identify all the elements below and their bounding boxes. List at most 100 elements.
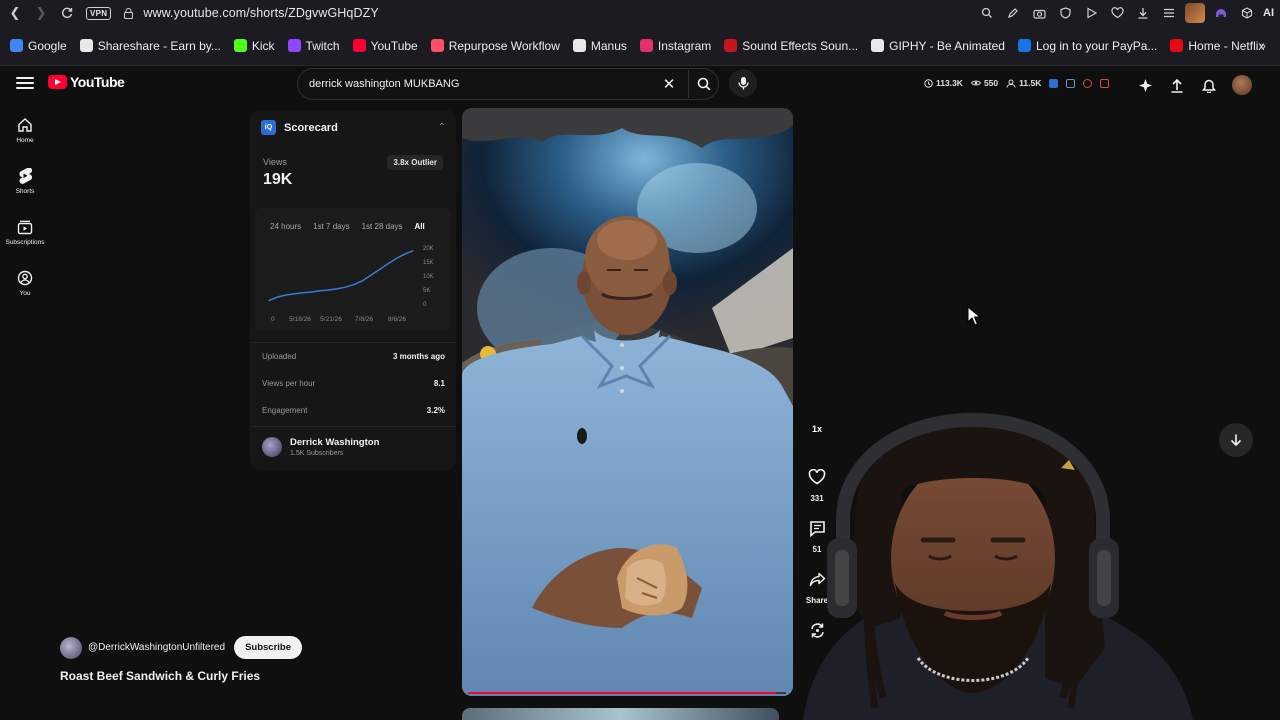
next-video-button[interactable] [1219, 423, 1253, 457]
stat-value: 3.2% [426, 406, 445, 415]
views-data-point [403, 253, 406, 255]
stat-key: Uploaded [262, 352, 297, 361]
voice-search-button[interactable] [729, 69, 757, 97]
subscribe-button[interactable]: Subscribe [234, 636, 302, 659]
channel-avatar [262, 437, 282, 457]
bookmark-item[interactable]: Kick [233, 38, 275, 53]
stat-value: 8.1 [433, 379, 445, 388]
header-actions [1136, 75, 1252, 95]
x-tick-label: 7/8/26 [355, 316, 373, 323]
bookmark-label: Instagram [657, 38, 712, 53]
video-frame [462, 108, 793, 696]
video-progress-bar[interactable] [468, 692, 786, 694]
forward-button[interactable]: ❯ [30, 2, 52, 24]
bookmark-favicon-icon [287, 39, 301, 52]
browser-toolbar: ❮ ❯ VPN www.youtube.com/shorts/ZDgvwGHqD… [0, 0, 1280, 26]
heart-icon[interactable] [1107, 3, 1127, 23]
search-icon [697, 77, 710, 91]
scorecard-channel[interactable]: Derrick Washington 1.5K Subscribers [250, 426, 456, 467]
home-icon [18, 118, 32, 132]
account-avatar[interactable] [1232, 75, 1252, 95]
more-bookmarks-icon[interactable]: » [1259, 38, 1266, 53]
profile-avatar[interactable] [1185, 3, 1205, 23]
ai-button[interactable]: AI [1263, 7, 1274, 19]
bookmark-item[interactable]: Home - Netflix [1170, 39, 1264, 53]
search-input[interactable]: derrick washington MUKBANG [309, 78, 658, 90]
views-data-point [302, 292, 304, 294]
search-box[interactable]: derrick washington MUKBANG ✕ [297, 68, 719, 100]
bookmark-item[interactable]: Sound Effects Soun... [724, 39, 858, 53]
bookmark-label: YouTube [370, 38, 418, 53]
x-tick-label: 5/18/26 [289, 316, 311, 323]
camera-icon[interactable] [1029, 3, 1049, 23]
edit-icon[interactable] [1003, 3, 1023, 23]
short-video-player[interactable] [462, 108, 793, 696]
clear-search-icon[interactable]: ✕ [658, 75, 680, 93]
vpn-badge[interactable]: VPN [86, 6, 112, 20]
bookmark-item[interactable]: Log in to your PayPa... [1017, 39, 1157, 53]
bookmark-item[interactable]: Shareshare - Earn by... [79, 39, 221, 53]
y-tick-label: 5K [423, 288, 430, 294]
stat-row-engagement: Engagement 3.2% [250, 397, 456, 424]
channel-avatar[interactable] [60, 636, 82, 659]
views-data-point [395, 258, 397, 260]
bookmark-item[interactable]: Twitch [287, 39, 340, 53]
video-title[interactable]: Roast Beef Sandwich & Curly Fries [60, 669, 260, 683]
shorts-icon [19, 168, 32, 184]
cube-icon[interactable] [1237, 3, 1257, 23]
chevron-left-icon: ❮ [9, 5, 21, 20]
play-icon[interactable] [1081, 3, 1101, 23]
stat-key: Engagement [262, 406, 308, 415]
views-chart-card: 24 hours 1st 7 days 1st 28 days All 0 5/1… [255, 208, 451, 330]
magic-icon[interactable] [1083, 78, 1093, 88]
sidebar-item-subscriptions[interactable]: Subscriptions [0, 210, 50, 261]
bookmark-item[interactable]: Google [10, 39, 67, 53]
extension-icon[interactable] [1211, 3, 1231, 23]
bookmark-label: GIPHY - Be Animated [889, 38, 1005, 53]
bookmark-label: Kick [251, 38, 275, 53]
back-button[interactable]: ❮ [4, 2, 26, 24]
arrow-down-icon [1230, 434, 1242, 447]
views-data-point [285, 294, 287, 296]
bookmark-item[interactable]: Repurpose Workflow [430, 39, 560, 53]
sidebar-item-label: Home [16, 137, 34, 144]
bookmark-item[interactable]: Instagram [639, 38, 712, 53]
bookmark-favicon-icon [79, 39, 93, 52]
menu-icon[interactable] [16, 74, 34, 92]
shield-icon[interactable] [1055, 3, 1075, 23]
bookmark-item[interactable]: GIPHY - Be Animated [871, 39, 1005, 53]
sidebar-item-home[interactable]: Home [0, 108, 50, 159]
bookmark-item[interactable]: YouTube [352, 38, 418, 53]
search-button[interactable] [688, 70, 718, 98]
collapse-icon[interactable]: ⌃ [438, 122, 446, 133]
logo-text: YouTube [70, 74, 125, 90]
bookmark-label: Sound Effects Soun... [742, 38, 859, 53]
scorecard-panel: iQ Scorecard ⌃ Views 19K 3.8x Outlier 24… [250, 110, 456, 470]
list-icon[interactable] [1066, 78, 1076, 88]
menu-icon[interactable] [1159, 3, 1179, 23]
reload-button[interactable] [56, 2, 78, 24]
youtube-header: YouTube derrick washington MUKBANG ✕ 113… [0, 66, 1280, 104]
channel-handle[interactable]: @DerrickWashingtonUnfiltered [88, 642, 225, 653]
views-series-line [268, 250, 414, 302]
views-data-point [370, 274, 372, 277]
bookmark-item[interactable]: Manus [572, 39, 627, 53]
stat-key: Views per hour [262, 379, 316, 388]
stat-value: 3 months ago [392, 352, 445, 361]
tool-icon[interactable] [1049, 78, 1059, 88]
views-value: 19K [263, 171, 293, 188]
sidebar-item-shorts[interactable]: Shorts [0, 159, 50, 210]
notifications-button[interactable] [1200, 76, 1218, 94]
address-bar[interactable]: www.youtube.com/shorts/ZDgvwGHqDZY [143, 6, 378, 20]
bell-off-icon[interactable] [1100, 78, 1110, 88]
youtube-logo[interactable]: YouTube [48, 74, 125, 90]
zoom-icon[interactable] [977, 3, 997, 23]
lock-icon[interactable] [121, 6, 135, 20]
sidebar-item-you[interactable]: You [0, 261, 50, 312]
upload-button[interactable] [1168, 76, 1186, 94]
next-short-preview[interactable] [462, 708, 779, 720]
create-button[interactable] [1136, 76, 1154, 94]
download-icon[interactable] [1133, 3, 1153, 23]
bookmark-favicon-icon [430, 39, 444, 52]
upload-icon [1171, 78, 1183, 93]
